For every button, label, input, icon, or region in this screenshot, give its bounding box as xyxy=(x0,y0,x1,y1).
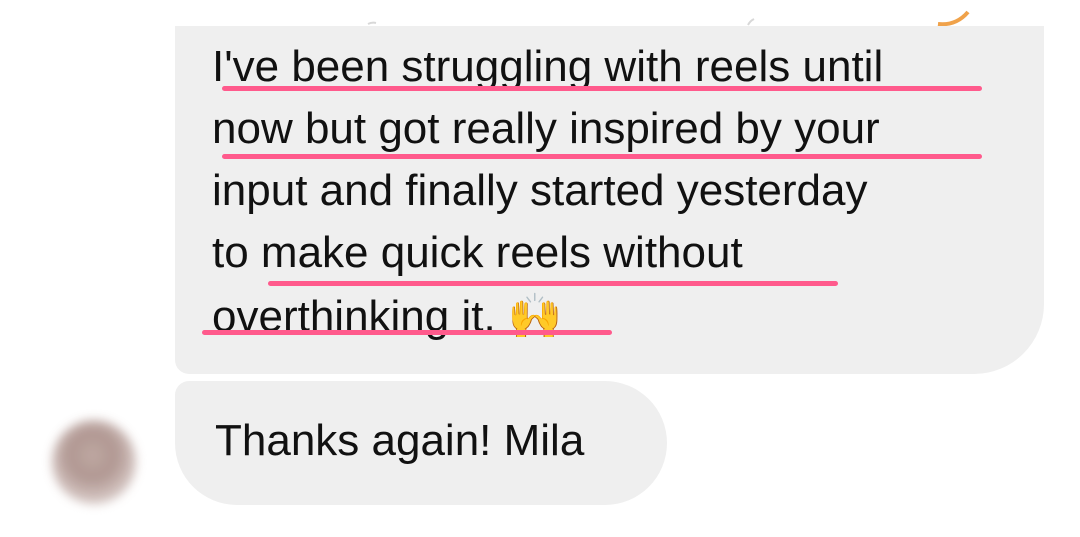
highlight-underline xyxy=(222,86,982,91)
message-line-2: now but got really inspired by your xyxy=(212,104,880,153)
cropped-glyph-right xyxy=(747,18,755,26)
sender-avatar[interactable] xyxy=(52,420,136,504)
cropped-emoji-fragment xyxy=(937,10,970,27)
message-line-1: I've been struggling with reels until xyxy=(212,42,884,91)
message-line-4: to make quick reels without xyxy=(212,228,743,277)
highlight-underline xyxy=(202,330,612,335)
cropped-glyph-left xyxy=(367,21,377,25)
highlight-underline xyxy=(222,154,982,159)
followup-message-text: Thanks again! Mila xyxy=(215,416,585,465)
followup-message-bubble[interactable]: Thanks again! Mila xyxy=(175,381,667,505)
message-line-3: input and finally started yesterday xyxy=(212,166,868,215)
chat-screenshot: I've been struggling with reels until no… xyxy=(0,0,1080,537)
highlight-underline xyxy=(268,281,838,286)
